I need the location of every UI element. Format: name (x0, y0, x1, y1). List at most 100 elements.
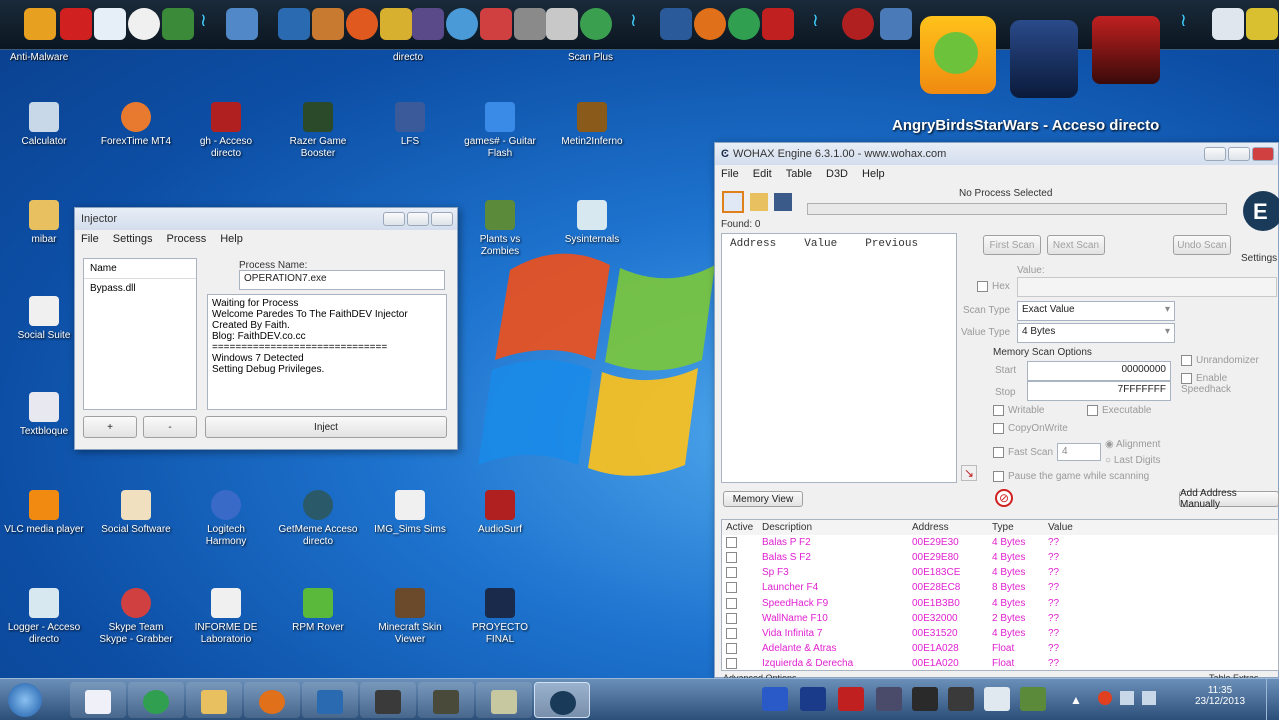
tray-volume-icon[interactable] (1142, 691, 1156, 705)
next-scan-button[interactable]: Next Scan (1047, 235, 1105, 255)
antimalware-icon[interactable] (24, 8, 56, 40)
open-file-icon[interactable] (750, 193, 768, 211)
col-previous[interactable]: Previous (865, 238, 918, 250)
taskbar-app2[interactable] (476, 682, 532, 718)
active-checkbox[interactable] (722, 656, 758, 670)
active-checkbox[interactable] (722, 626, 758, 641)
results-list[interactable]: Address Value Previous (721, 233, 957, 483)
writable-checkbox[interactable]: Writable (993, 405, 1045, 416)
minimize-button[interactable] (1204, 147, 1226, 161)
remove-dll-button[interactable]: - (143, 416, 197, 438)
copyonwrite-checkbox[interactable]: CopyOnWrite (993, 423, 1068, 434)
desktop-icon-skype[interactable]: Skype Team Skype - Grabber (96, 588, 176, 646)
globe-icon[interactable] (580, 8, 612, 40)
close-button[interactable] (1252, 147, 1274, 161)
save-icon[interactable] (774, 193, 792, 211)
menu-settings[interactable]: Settings (113, 233, 153, 245)
after-effects-icon[interactable] (876, 687, 902, 711)
speedhack-checkbox[interactable]: Enable Speedhack (1181, 373, 1278, 395)
menu-edit[interactable]: Edit (753, 168, 772, 180)
value-type-select[interactable]: 4 Bytes ▾ (1017, 323, 1175, 343)
undo-scan-button[interactable]: Undo Scan (1173, 235, 1231, 255)
first-scan-button[interactable]: First Scan (983, 235, 1041, 255)
col-value[interactable]: Value (1044, 520, 1278, 535)
monitor-icon[interactable] (660, 8, 692, 40)
cheat-table-row[interactable]: Izquierda & Derecha 00E1A020 Float?? (722, 656, 1278, 670)
select-process-icon[interactable] (722, 191, 744, 213)
desktop-icon-folder[interactable]: mibar (4, 200, 84, 246)
menu-help[interactable]: Help (862, 168, 885, 180)
menu-file[interactable]: File (721, 168, 739, 180)
fastscan-input[interactable]: 4 (1057, 443, 1101, 461)
desktop-icon-text[interactable]: Textbloque (4, 392, 84, 438)
maximize-button[interactable] (1228, 147, 1250, 161)
menu-process[interactable]: Process (166, 233, 206, 245)
active-checkbox[interactable] (722, 535, 758, 550)
desktop-icon-forextime[interactable]: ForexTime MT4 (96, 102, 176, 148)
steam-icon[interactable] (278, 8, 310, 40)
cheat-table-row[interactable]: Adelante & Atras 00E1A028 Float?? (722, 641, 1278, 656)
active-checkbox[interactable] (722, 565, 758, 580)
desktop-icon-social-software[interactable]: Social Software (96, 490, 176, 536)
tray-network-icon[interactable] (1120, 691, 1134, 705)
col-address[interactable]: Address (908, 520, 988, 535)
dll-list[interactable]: Name Bypass.dll (83, 258, 197, 410)
desktop-icon-audiosurf[interactable]: AudioSurf (460, 490, 540, 536)
film-reel-icon[interactable] (446, 8, 478, 40)
angry-birds-hd-icon[interactable] (920, 16, 996, 94)
desktop-icon-minecraft[interactable]: Minecraft Skin Viewer (370, 588, 450, 646)
memory-view-button[interactable]: Memory View (723, 491, 803, 507)
desktop-icon-pvz[interactable]: Plants vs Zombies (460, 200, 540, 258)
red-app-icon[interactable] (762, 8, 794, 40)
start-button[interactable] (8, 683, 42, 717)
character-icon[interactable] (480, 8, 512, 40)
camera-icon[interactable] (912, 687, 938, 711)
help-icon[interactable] (226, 8, 258, 40)
start-address-input[interactable]: 00000000 (1027, 361, 1171, 381)
desktop-icon-logitech[interactable]: Logitech Harmony (186, 490, 266, 548)
minimize-button[interactable] (383, 212, 405, 226)
monkey-icon[interactable] (514, 8, 546, 40)
cheat-table-row[interactable]: Sp F3 00E183CE 4 Bytes?? (722, 565, 1278, 580)
taskbar-video[interactable] (418, 682, 474, 718)
desktop-icon-guitar-flash[interactable]: games# - Guitar Flash (460, 102, 540, 160)
desktop-icon-metin2[interactable]: Metin2Inferno (552, 102, 632, 148)
camera-icon[interactable] (546, 8, 578, 40)
settings-label[interactable]: Settings (1241, 253, 1277, 264)
moon-app-icon[interactable] (94, 8, 126, 40)
app-icon[interactable] (948, 687, 974, 711)
cheat-table-row[interactable]: Balas P F2 00E29E30 4 Bytes?? (722, 535, 1278, 550)
taskbar-textbloque[interactable] (70, 682, 126, 718)
col-value[interactable]: Value (804, 238, 837, 250)
tools-icon[interactable] (312, 8, 344, 40)
arrow-icon[interactable]: ↘ (961, 465, 977, 481)
settings-logo-icon[interactable]: E (1235, 185, 1279, 237)
cheat-table-row[interactable]: Launcher F4 00E28EC8 8 Bytes?? (722, 580, 1278, 595)
show-desktop-button[interactable] (1266, 679, 1278, 720)
desktop-icon-getmeme[interactable]: GetMeme Acceso directo (278, 490, 358, 548)
desktop-icon-lfs[interactable]: LFS (370, 102, 450, 148)
clock[interactable]: 11:35 23/12/2013 (1190, 685, 1250, 707)
cheat-table-row[interactable]: WallName F10 00E32000 2 Bytes?? (722, 611, 1278, 626)
executable-checkbox[interactable]: Executable (1087, 405, 1151, 416)
stop-address-input[interactable]: 7FFFFFFF (1027, 381, 1171, 401)
col-type[interactable]: Type (988, 520, 1044, 535)
cheat-table[interactable]: Active Description Address Type Value Ba… (721, 519, 1279, 671)
taskbar-media[interactable] (360, 682, 416, 718)
fastscan-checkbox[interactable]: Fast Scan (993, 447, 1053, 458)
desktop-icon-social[interactable]: Social Suite (4, 296, 84, 342)
add-dll-button[interactable]: + (83, 416, 137, 438)
paint-icon[interactable] (346, 8, 378, 40)
desktop-icon-sysinternals[interactable]: Sysinternals (552, 200, 632, 246)
maximize-button[interactable] (407, 212, 429, 226)
folder-icon[interactable] (1212, 8, 1244, 40)
firefox-icon[interactable] (694, 8, 726, 40)
col-description[interactable]: Description (758, 520, 908, 535)
cheat-table-row[interactable]: Vida Infinita 7 00E31520 4 Bytes?? (722, 626, 1278, 641)
alignment-radio[interactable]: ◉ Alignment (1105, 439, 1160, 450)
desktop-icon-gh[interactable]: gh - Acceso directo (186, 102, 266, 160)
taskbar-firefox[interactable] (244, 682, 300, 718)
scan-type-select[interactable]: Exact Value ▾ (1017, 301, 1175, 321)
pause-game-checkbox[interactable]: Pause the game while scanning (993, 471, 1149, 482)
minecraft-icon[interactable] (1020, 687, 1046, 711)
